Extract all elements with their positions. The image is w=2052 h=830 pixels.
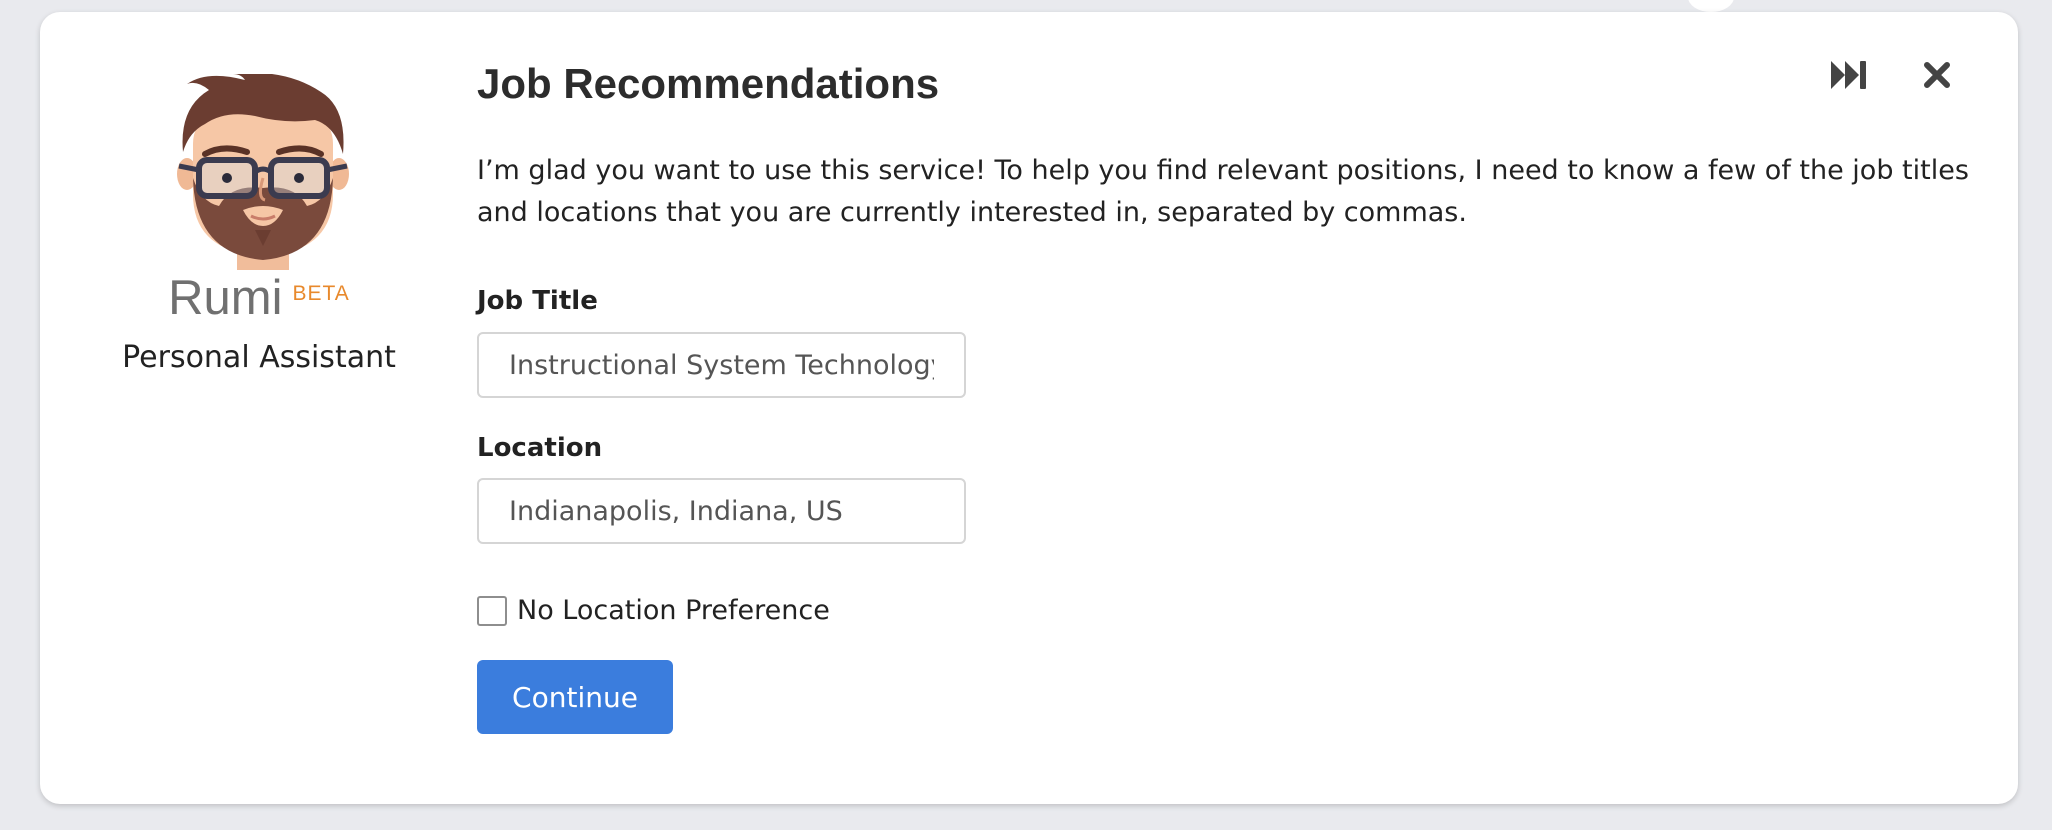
job-title-label: Job Title <box>477 286 598 316</box>
no-location-preference-label: No Location Preference <box>517 595 830 626</box>
dialog-description: I’m glad you want to use this service! T… <box>477 155 1969 228</box>
location-label: Location <box>477 433 603 463</box>
no-location-preference-row[interactable]: No Location Preference <box>477 595 830 626</box>
assistant-role: Personal Assistant <box>122 340 396 375</box>
assistant-name: Rumi <box>168 271 283 325</box>
skip-button[interactable] <box>1824 50 1874 100</box>
assistant-avatar <box>177 74 349 270</box>
continue-button[interactable]: Continue <box>477 660 673 734</box>
close-button[interactable] <box>1912 50 1962 100</box>
no-location-preference-checkbox[interactable] <box>477 595 507 626</box>
job-recommendations-dialog: Rumi BETA Personal Assistant Job Recommen… <box>40 12 2018 804</box>
top-notch-decoration <box>1688 0 1734 12</box>
job-title-input[interactable] <box>477 332 966 398</box>
skip-forward-icon <box>1831 61 1866 89</box>
beta-badge: BETA <box>292 282 350 305</box>
dialog-title: Job Recommendations <box>477 60 940 107</box>
close-icon <box>1924 62 1950 88</box>
location-input[interactable] <box>477 478 966 544</box>
assistant-name-row: Rumi BETA <box>40 270 478 326</box>
